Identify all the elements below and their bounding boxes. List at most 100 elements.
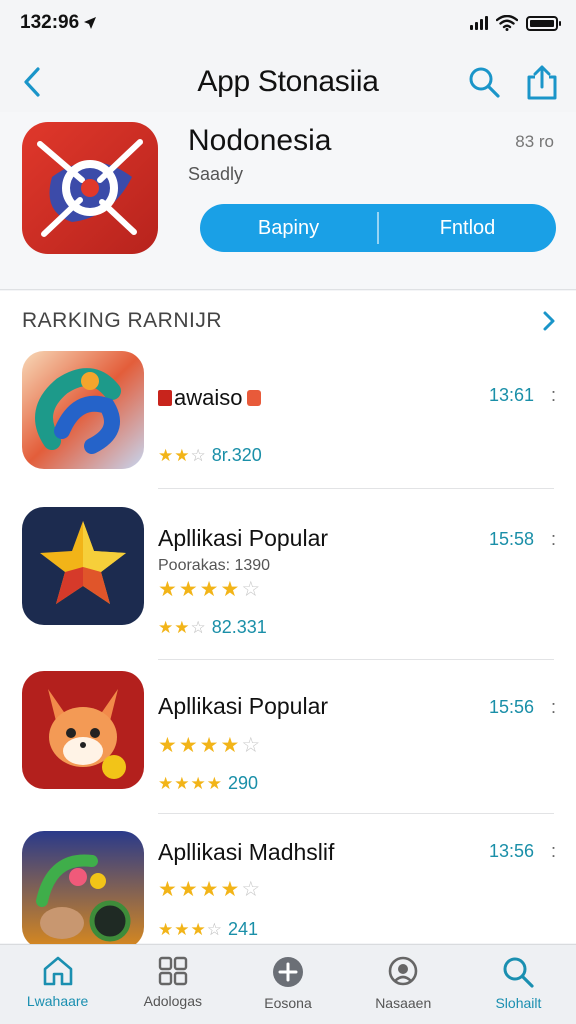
tab-label: Lwahaare (26, 993, 89, 1009)
wifi-icon (496, 15, 518, 31)
mini-rating-stars: ★ ★ ★ ☆ (158, 921, 222, 938)
row-divider (158, 488, 554, 489)
star-filled-icon: ★ (190, 774, 206, 793)
rating-stars: ★ ★ ★ ★ ☆ (158, 579, 260, 600)
grid-icon (158, 956, 187, 986)
signal-icon (470, 16, 488, 30)
star-filled-icon: ★ (158, 578, 177, 601)
star-filled-icon: ★ (220, 734, 240, 757)
app-artwork (22, 831, 144, 949)
rating-count: 241 (228, 919, 259, 939)
back-button[interactable] (12, 62, 52, 102)
star-filled-icon: ★ (174, 618, 190, 637)
tab-add[interactable]: Eosona (230, 945, 345, 1024)
rating-count: 8r.320 (211, 445, 262, 465)
star-filled-icon: ★ (158, 618, 174, 637)
star-filled-icon: ★ (158, 446, 174, 465)
app-artwork (22, 671, 144, 789)
featured-app-name: Nodonesia (188, 124, 332, 157)
list-item[interactable]: Apllikasi Popular 15:56 : ★ ★ ★ ★ ☆ ★ ★ ★ ★ 290 (0, 671, 576, 831)
app-icon[interactable] (22, 351, 144, 469)
more-button[interactable]: : (551, 529, 556, 550)
row-divider (158, 813, 554, 814)
list-item[interactable]: awaiso 13:61 : ★ ★ ☆ 8r.320 (0, 351, 576, 511)
rating-count: 290 (228, 773, 259, 793)
tab-label: Adologas (143, 993, 202, 1009)
tab-bar: Lwahaare Adologas Eosona Nasaaen Slohail… (0, 944, 576, 1024)
rating-line: ★ ★ ★ ★ 290 (158, 773, 258, 794)
app-time: 13:61 (488, 385, 534, 405)
more-button[interactable]: : (551, 385, 556, 406)
star-filled-icon: ★ (190, 920, 206, 939)
app-title: Apllikasi Popular (158, 525, 329, 551)
app-icon[interactable] (22, 831, 144, 949)
app-time: 15:58 (488, 529, 534, 549)
app-time: 13:56 (488, 841, 534, 861)
rating-line: ★ ★ ☆ 82.331 (158, 617, 267, 638)
app-artwork (22, 507, 144, 625)
status-time-group: 132:96 (20, 12, 97, 34)
star-empty-icon: ☆ (206, 920, 222, 939)
star-filled-icon: ★ (220, 878, 240, 901)
app-icon[interactable] (22, 671, 144, 789)
tab-label: Nasaaen (375, 995, 432, 1011)
app-title: Apllikasi Popular (158, 693, 329, 719)
app-icon[interactable] (22, 507, 144, 625)
home-icon (43, 956, 72, 986)
red-badge-icon (247, 390, 262, 406)
more-button[interactable]: : (551, 841, 556, 862)
chevron-left-icon (24, 67, 40, 97)
chevron-right-icon (543, 311, 555, 331)
star-filled-icon: ★ (158, 878, 177, 901)
star-filled-icon: ★ (178, 734, 198, 757)
section-header[interactable]: RARKING RARNIJR (0, 291, 576, 351)
star-filled-icon: ★ (174, 446, 190, 465)
app-title-group: awaiso (158, 385, 262, 411)
star-filled-icon: ★ (199, 878, 219, 901)
status-bar: 132:96 (0, 0, 576, 46)
primary-action-button[interactable]: Bapiny (200, 204, 377, 252)
app-time: 15:56 (488, 697, 534, 717)
star-filled-icon: ★ (178, 878, 198, 901)
featured-app-subtitle: Saadly (188, 164, 244, 184)
plus-circle-icon (273, 957, 303, 987)
rating-stars: ★ ★ ★ ★ ☆ (158, 735, 260, 756)
star-filled-icon: ★ (158, 920, 174, 939)
ranking-section: RARKING RARNIJR awaiso 13:61 : ★ ★ ☆ 8r.32… (0, 291, 576, 949)
status-time: 132:96 (20, 12, 80, 33)
mini-rating-stars: ★ ★ ★ ★ (158, 775, 222, 792)
rating-stars: ★ ★ ★ ★ ☆ (158, 879, 260, 900)
search-icon (503, 957, 535, 988)
share-button[interactable] (524, 62, 560, 102)
status-icons (470, 15, 561, 31)
rating-count: 82.331 (211, 617, 267, 637)
featured-app-card: Nodonesia Saadly 83 ro Bapiny Fntlod (0, 112, 576, 290)
profile-icon (388, 956, 418, 986)
star-filled-icon: ★ (220, 578, 240, 601)
battery-icon (526, 15, 561, 31)
share-icon (527, 65, 557, 100)
search-button[interactable] (466, 62, 502, 102)
section-title: RARKING RARNIJR (22, 309, 223, 332)
star-filled-icon: ★ (174, 920, 190, 939)
rating-line: ★ ★ ★ ☆ 241 (158, 919, 258, 940)
mini-rating-stars: ★ ★ ☆ (158, 619, 206, 636)
app-artwork (22, 351, 144, 469)
nav-bar: App Stonasiia (0, 52, 576, 112)
search-icon (469, 67, 500, 98)
location-arrow-icon (84, 17, 97, 29)
star-filled-icon: ★ (199, 578, 219, 601)
tab-apps[interactable]: Adologas (115, 945, 230, 1024)
app-title: Apllikasi Madhslif (158, 839, 335, 865)
star-empty-icon: ☆ (241, 878, 261, 901)
tab-search[interactable]: Slohailt (461, 945, 576, 1024)
list-item[interactable]: Apllikasi Popular Poorakas: 1390 15:58 :… (0, 507, 576, 667)
secondary-action-button[interactable]: Fntlod (379, 204, 556, 252)
more-button[interactable]: : (551, 697, 556, 718)
star-empty-icon: ☆ (241, 578, 261, 601)
app-title: awaiso (174, 385, 243, 410)
star-filled-icon: ★ (158, 774, 174, 793)
tab-home[interactable]: Lwahaare (0, 945, 115, 1024)
featured-app-icon[interactable] (22, 122, 158, 254)
tab-profile[interactable]: Nasaaen (346, 945, 461, 1024)
